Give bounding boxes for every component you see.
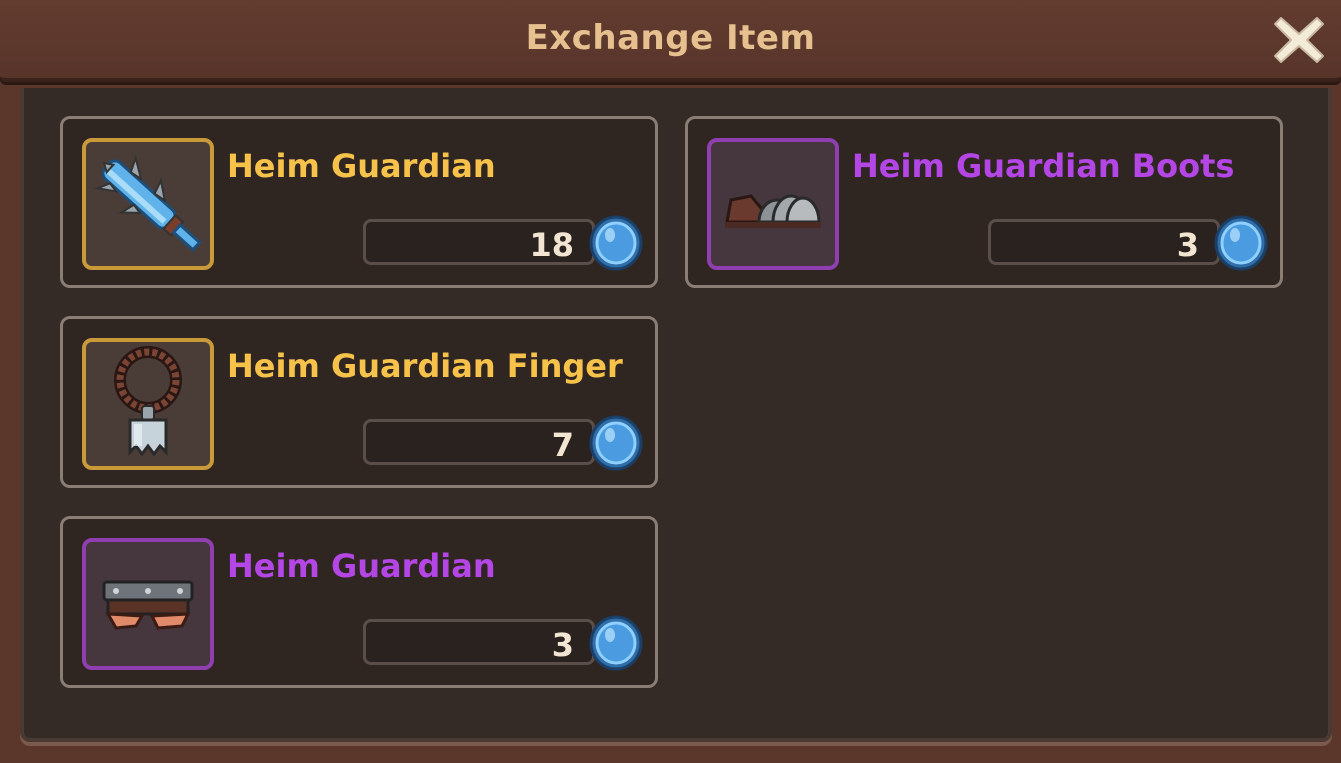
exchange-item-window: Exchange Item Heim Guardian 18 Heim Guar…: [0, 0, 1341, 763]
item-name: Heim Guardian Boots: [852, 147, 1235, 185]
blue-coin-icon: [1214, 215, 1268, 271]
item-name: Heim Guardian: [227, 147, 496, 185]
blue-coin-icon: [589, 415, 643, 471]
title-bar: Exchange Item: [0, 0, 1341, 82]
item-name: Heim Guardian: [227, 547, 496, 585]
price-value: 3: [551, 626, 574, 664]
armored-gloves-icon: [102, 580, 194, 630]
item-icon-frame: [82, 338, 214, 470]
item-icon-frame: [82, 538, 214, 670]
item-card[interactable]: Heim Guardian Finger 7: [60, 316, 658, 488]
crystal-club-icon: [93, 154, 202, 252]
price-value: 18: [529, 226, 574, 264]
price-value: 3: [1176, 226, 1199, 264]
price-bar: 3: [363, 619, 595, 665]
item-card[interactable]: Heim Guardian Boots 3: [685, 116, 1283, 288]
window-title: Exchange Item: [525, 18, 816, 58]
price-bar: 7: [363, 419, 595, 465]
blue-coin-icon: [589, 215, 643, 271]
item-list-panel: Heim Guardian 18 Heim Guardian Boots 3 H…: [20, 88, 1332, 742]
price-bar: 18: [363, 219, 595, 265]
item-icon-frame: [707, 138, 839, 270]
item-card[interactable]: Heim Guardian 3: [60, 516, 658, 688]
close-button[interactable]: [1271, 12, 1327, 68]
item-name: Heim Guardian Finger: [227, 347, 623, 385]
price-value: 7: [551, 426, 574, 464]
item-icon-frame: [82, 138, 214, 270]
close-x-icon: [1274, 17, 1324, 63]
price-bar: 3: [988, 219, 1220, 265]
armored-boots-icon: [725, 194, 821, 228]
ring-pendant-icon: [114, 346, 182, 457]
blue-coin-icon: [589, 615, 643, 671]
item-card[interactable]: Heim Guardian 18: [60, 116, 658, 288]
